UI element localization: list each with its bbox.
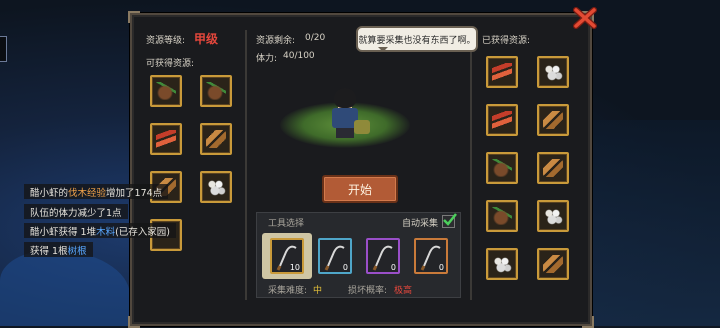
- tool-sickle-orange[interactable]: 0: [414, 238, 448, 274]
- wood-icon: [543, 111, 563, 129]
- log-text: 醋小虾获得 1堆: [30, 226, 97, 238]
- resource-level-value: 甲级: [194, 32, 219, 46]
- obtained-resource-slot[interactable]: [486, 200, 518, 232]
- tool-sickle-blue[interactable]: 0: [318, 238, 352, 274]
- speech-text: 就算要采集也没有东西了啊。: [358, 35, 476, 46]
- log-text: 队伍的体力减少了1点: [30, 207, 122, 219]
- character-legs: [336, 128, 354, 138]
- obtained-resource-slot[interactable]: [537, 104, 569, 136]
- ore-icon: [492, 255, 512, 273]
- stamina-value: 40/100: [283, 51, 315, 61]
- obtained-resource-slot[interactable]: [486, 104, 518, 136]
- available-resource-slot[interactable]: [150, 75, 182, 107]
- frame-corner: [582, 316, 594, 328]
- start-button[interactable]: 开始: [322, 175, 398, 203]
- available-resources-label: 可获得资源:: [146, 59, 195, 69]
- break-chance-value: 极高: [394, 286, 413, 296]
- break-chance-label: 损坏概率:: [348, 286, 388, 296]
- basket-icon: [354, 120, 370, 134]
- frame-corner: [128, 316, 140, 328]
- fiber-icon: [492, 63, 512, 81]
- log-highlight: 伐木经验: [68, 187, 107, 199]
- column-divider: [245, 30, 247, 300]
- obtained-resource-slot[interactable]: [537, 56, 569, 88]
- obtained-resource-slot[interactable]: [537, 200, 569, 232]
- column-divider: [470, 30, 472, 300]
- remaining-label: 资源剩余:: [256, 36, 296, 46]
- stamina-label: 体力:: [256, 54, 278, 64]
- ore-icon: [543, 207, 563, 225]
- wood-icon: [543, 255, 563, 273]
- auto-collect-checkbox[interactable]: [442, 213, 457, 228]
- log-text: 增加了174点: [106, 187, 163, 199]
- remaining-value: 0/20: [305, 33, 326, 43]
- side-tab[interactable]: [0, 36, 7, 62]
- world-terrain: [0, 250, 130, 326]
- tool-sickle-purple[interactable]: 0: [366, 238, 400, 274]
- obtained-resources-label: 已获得资源:: [482, 36, 531, 46]
- checkmark-icon: [443, 213, 457, 226]
- tool-select-label: 工具选择: [268, 219, 305, 229]
- ore-icon: [543, 63, 563, 81]
- log-highlight: 木料: [96, 226, 116, 238]
- ore-icon: [206, 178, 226, 196]
- obtained-resource-slot[interactable]: [537, 248, 569, 280]
- wood-icon: [543, 159, 563, 177]
- resource-level-label: 资源等级:: [146, 36, 186, 46]
- obtained-resource-slot[interactable]: [537, 152, 569, 184]
- root-icon: [156, 82, 176, 100]
- gathering-scene: [280, 80, 410, 160]
- difficulty-value: 中: [313, 286, 323, 296]
- root-icon: [492, 159, 512, 177]
- log-text: 获得 1根: [30, 245, 68, 257]
- tool-count: 0: [438, 263, 444, 272]
- world-terrain: [580, 120, 720, 326]
- log-message: 获得 1根 树根: [24, 242, 93, 257]
- start-button-label: 开始: [347, 182, 372, 197]
- obtained-resource-slot[interactable]: [486, 152, 518, 184]
- fiber-icon: [156, 130, 176, 148]
- log-message: 醋小虾的 伐木经验 增加了174点: [24, 184, 169, 199]
- log-text: 醋小虾的: [30, 187, 69, 199]
- close-icon[interactable]: [572, 6, 598, 30]
- tool-count: 10: [289, 263, 300, 272]
- obtained-resource-slot[interactable]: [486, 56, 518, 88]
- available-resource-slot[interactable]: [150, 123, 182, 155]
- log-text: (已存入家园): [115, 226, 171, 238]
- speech-bubble: 就算要采集也没有东西了啊。: [356, 26, 478, 52]
- log-highlight: 树根: [67, 245, 87, 257]
- wood-icon: [206, 130, 226, 148]
- tool-count: 0: [390, 263, 396, 272]
- log-message: 醋小虾获得 1堆 木料 (已存入家园): [24, 223, 177, 238]
- tool-sickle-gold[interactable]: 10: [270, 238, 304, 274]
- frame-corner: [128, 11, 140, 23]
- obtained-resource-slot[interactable]: [486, 248, 518, 280]
- available-resource-slot[interactable]: [200, 75, 232, 107]
- root-icon: [492, 207, 512, 225]
- available-resource-slot[interactable]: [200, 123, 232, 155]
- difficulty-label: 采集难度:: [268, 286, 308, 296]
- available-resource-slot[interactable]: [200, 171, 232, 203]
- root-icon: [206, 82, 226, 100]
- character-hair: [334, 88, 356, 108]
- tool-count: 0: [342, 263, 348, 272]
- fiber-icon: [492, 111, 512, 129]
- auto-collect-label: 自动采集: [402, 219, 439, 229]
- log-message: 队伍的体力减少了1点: [24, 204, 128, 219]
